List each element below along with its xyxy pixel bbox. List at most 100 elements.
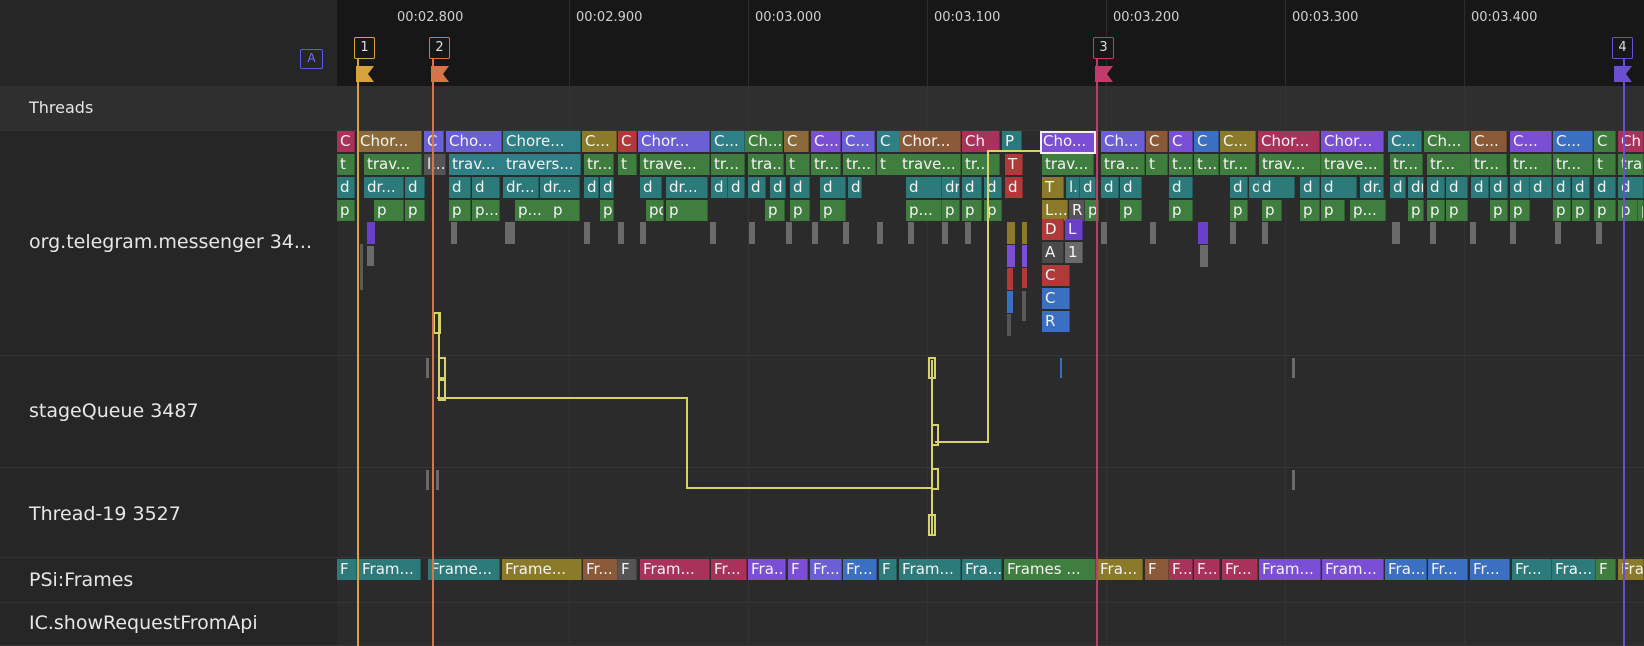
slice[interactable]: d: [1169, 177, 1193, 198]
slice[interactable]: dr...: [540, 177, 580, 198]
slice[interactable]: L...: [1042, 200, 1068, 221]
slice[interactable]: p: [374, 200, 404, 221]
slice[interactable]: C...: [582, 131, 617, 152]
slice[interactable]: P: [1002, 131, 1022, 152]
slice-stack[interactable]: R: [1042, 311, 1070, 332]
slice[interactable]: d: [337, 177, 355, 198]
slice[interactable]: d: [1572, 177, 1590, 198]
flag-marker-1[interactable]: 1: [354, 37, 375, 59]
slice[interactable]: dr...: [1408, 177, 1424, 198]
slice[interactable]: Ch: [1618, 131, 1644, 152]
slice[interactable]: p: [1510, 200, 1530, 221]
slice[interactable]: p: [550, 200, 580, 221]
short-slice[interactable]: [1200, 245, 1208, 267]
area-selection-badge[interactable]: A: [300, 49, 323, 69]
short-slice[interactable]: [1007, 291, 1013, 313]
short-slice[interactable]: [1060, 358, 1062, 378]
slice[interactable]: dr...: [503, 177, 539, 198]
slice[interactable]: trave...: [899, 154, 961, 175]
short-slice[interactable]: [1292, 358, 1295, 378]
short-slice[interactable]: [451, 222, 457, 244]
slice[interactable]: Chor...: [1321, 131, 1384, 152]
slice[interactable]: T: [1005, 154, 1023, 175]
slice[interactable]: d: [1618, 177, 1644, 198]
slice[interactable]: C: [877, 131, 900, 152]
track-telegram[interactable]: org.telegram.messenger 34...: [0, 131, 337, 356]
slice[interactable]: d: [472, 177, 500, 198]
slice[interactable]: t...: [1169, 154, 1193, 175]
short-slice[interactable]: [1510, 222, 1516, 244]
slice[interactable]: tr...: [962, 154, 1000, 175]
short-slice[interactable]: [1022, 222, 1027, 244]
frame-slice[interactable]: Fram...: [359, 559, 421, 580]
slice[interactable]: t...: [1194, 154, 1219, 175]
slice[interactable]: d: [820, 177, 846, 198]
frame-slice[interactable]: Fr...: [1428, 559, 1468, 580]
short-slice[interactable]: [843, 222, 849, 244]
frame-slice[interactable]: Frame...: [502, 559, 582, 580]
short-slice[interactable]: [360, 244, 363, 290]
slice[interactable]: d: [1321, 177, 1357, 198]
short-slice[interactable]: [426, 358, 429, 378]
slice[interactable]: Chore...: [503, 131, 581, 152]
slice[interactable]: d: [640, 177, 662, 198]
slice[interactable]: Chor...: [899, 131, 961, 152]
slice[interactable]: d: [711, 177, 728, 198]
slice[interactable]: p...: [906, 200, 942, 221]
short-slice[interactable]: [908, 222, 914, 244]
short-slice[interactable]: [584, 222, 590, 244]
slice[interactable]: p: [1572, 200, 1590, 221]
slice[interactable]: d: [1300, 177, 1320, 198]
slice[interactable]: tr...: [1220, 154, 1256, 175]
slice[interactable]: C: [784, 131, 809, 152]
slice[interactable]: tr...: [1510, 154, 1552, 175]
short-slice[interactable]: [812, 222, 818, 244]
slice[interactable]: p: [1120, 200, 1142, 221]
short-slice[interactable]: [786, 222, 792, 244]
short-slice[interactable]: [1555, 222, 1561, 244]
slice[interactable]: d: [1490, 177, 1508, 198]
slice[interactable]: dr...: [942, 177, 960, 198]
short-slice[interactable]: [505, 222, 515, 244]
slice[interactable]: d: [584, 177, 599, 198]
frame-slice[interactable]: Fr...: [810, 559, 842, 580]
slice[interactable]: t: [337, 154, 355, 175]
time-ruler[interactable]: 00:02.800 00:02.900 00:03.000 00:03.100 …: [337, 0, 1644, 86]
slice-stack[interactable]: 1: [1065, 242, 1083, 263]
slice[interactable]: p: [1427, 200, 1445, 221]
slice[interactable]: d: [449, 177, 471, 198]
slice[interactable]: p: [1638, 200, 1644, 221]
slice[interactable]: d: [984, 177, 1002, 198]
threads-section-header[interactable]: Threads: [0, 86, 337, 131]
slice[interactable]: d: [1390, 177, 1406, 198]
slice[interactable]: d: [1530, 177, 1552, 198]
slice[interactable]: d: [1446, 177, 1468, 198]
flag-icon[interactable]: [1614, 66, 1632, 82]
track-stage-queue[interactable]: stageQueue 3487: [0, 356, 337, 468]
slice-stack[interactable]: L: [1065, 219, 1083, 240]
short-slice[interactable]: [426, 470, 429, 490]
slice[interactable]: t: [877, 154, 900, 175]
slice[interactable]: t: [1146, 154, 1168, 175]
short-slice[interactable]: [1101, 222, 1107, 244]
frame-slice[interactable]: Fr...: [843, 559, 877, 580]
flag-icon[interactable]: [431, 66, 449, 82]
slice[interactable]: d: [790, 177, 810, 198]
short-slice[interactable]: [710, 222, 716, 244]
slice[interactable]: p: [1490, 200, 1508, 221]
slice[interactable]: tr...: [1427, 154, 1471, 175]
slice[interactable]: p: [1321, 200, 1345, 221]
slice[interactable]: d: [748, 177, 766, 198]
slice[interactable]: d: [1471, 177, 1489, 198]
slice[interactable]: p: [600, 200, 614, 221]
slice[interactable]: d: [848, 177, 862, 198]
track-thread19[interactable]: Thread-19 3527: [0, 468, 337, 558]
frame-slice[interactable]: Fram...: [1322, 559, 1384, 580]
slice[interactable]: C: [424, 131, 444, 152]
track-psi-frames[interactable]: PSi:Frames: [0, 558, 337, 603]
slice[interactable]: d: [1080, 177, 1096, 198]
frame-slice[interactable]: Fra: [1618, 559, 1644, 580]
slice[interactable]: p: [1594, 200, 1616, 221]
slice[interactable]: p...: [472, 200, 500, 221]
slice[interactable]: d: [1101, 177, 1119, 198]
